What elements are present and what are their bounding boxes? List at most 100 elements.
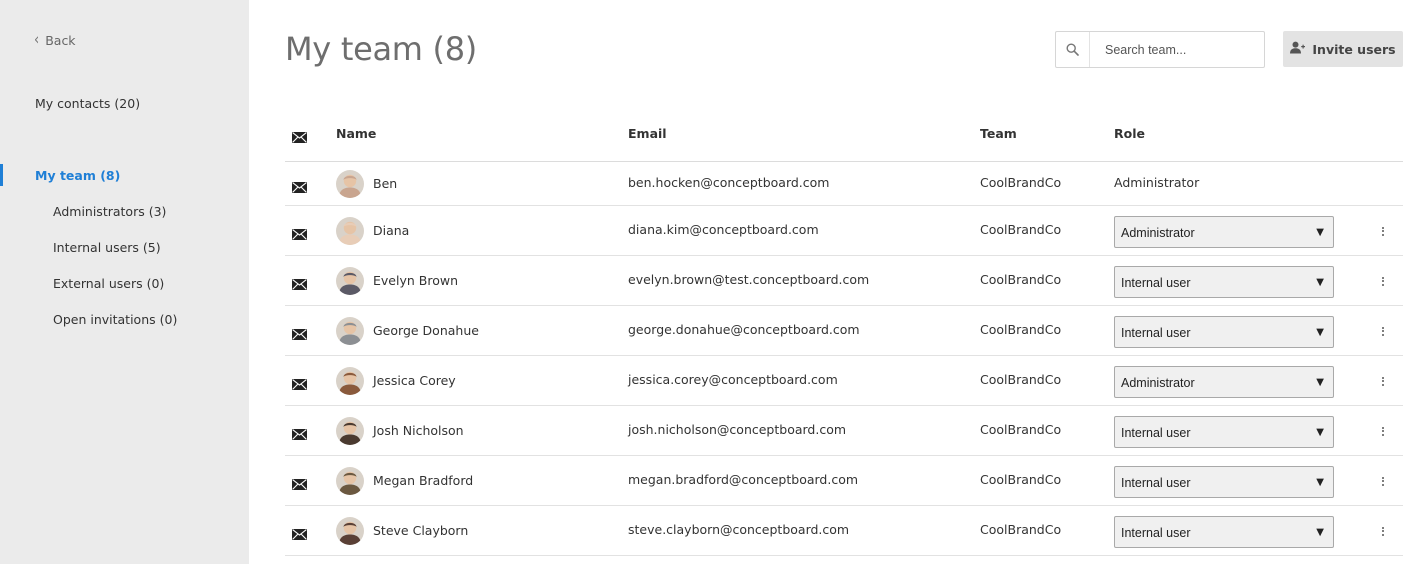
- member-name: Josh Nicholson: [373, 423, 464, 438]
- table-row: Jessica Corey jessica.corey@conceptboard.…: [285, 356, 1403, 406]
- member-team: CoolBrandCo: [980, 222, 1062, 237]
- sidebar-item-my-contacts[interactable]: My contacts (20): [35, 96, 140, 111]
- member-name: Diana: [373, 223, 410, 238]
- role-select-value: Internal user: [1121, 426, 1191, 440]
- member-email: george.donahue@conceptboard.com: [628, 322, 860, 337]
- invite-users-label: Invite users: [1312, 41, 1396, 57]
- envelope-icon[interactable]: [292, 475, 307, 490]
- role-select-value: Internal user: [1121, 476, 1191, 490]
- envelope-icon[interactable]: [292, 325, 307, 340]
- member-email: ben.hocken@conceptboard.com: [628, 175, 830, 190]
- member-team: CoolBrandCo: [980, 272, 1062, 287]
- member-team: CoolBrandCo: [980, 472, 1062, 487]
- envelope-icon[interactable]: [292, 425, 307, 440]
- search-icon[interactable]: [1056, 32, 1090, 67]
- role-select-value: Internal user: [1121, 276, 1191, 290]
- role-select-value: Internal user: [1121, 526, 1191, 540]
- avatar: [336, 170, 364, 198]
- role-select[interactable]: Administrator ▼: [1114, 216, 1334, 248]
- table-row: Ben ben.hocken@conceptboard.com CoolBrandC…: [285, 162, 1403, 206]
- member-email: diana.kim@conceptboard.com: [628, 222, 819, 237]
- role-select[interactable]: Administrator ▼: [1114, 366, 1334, 398]
- dropdown-arrow-icon: ▼: [1316, 226, 1324, 238]
- member-email: josh.nicholson@conceptboard.com: [628, 422, 847, 437]
- sidebar-item-my-team[interactable]: My team (8): [35, 168, 120, 183]
- member-team: CoolBrandCo: [980, 422, 1062, 437]
- member-email: megan.bradford@conceptboard.com: [628, 472, 859, 487]
- envelope-icon[interactable]: [292, 375, 307, 390]
- search-input[interactable]: [1090, 42, 1260, 57]
- envelope-icon[interactable]: [292, 128, 307, 143]
- member-email: steve.clayborn@conceptboard.com: [628, 522, 850, 537]
- member-email: evelyn.brown@test.conceptboard.com: [628, 272, 870, 287]
- member-team: CoolBrandCo: [980, 522, 1062, 537]
- member-name: Evelyn Brown: [373, 273, 458, 288]
- member-team: CoolBrandCo: [980, 372, 1062, 387]
- more-options-icon[interactable]: [1377, 474, 1389, 488]
- member-name: Jessica Corey: [373, 373, 456, 388]
- more-options-icon[interactable]: [1377, 224, 1389, 238]
- invite-users-button[interactable]: Invite users: [1283, 31, 1403, 67]
- role-select-value: Administrator: [1121, 226, 1195, 240]
- member-email: jessica.corey@conceptboard.com: [628, 372, 838, 387]
- member-team: CoolBrandCo: [980, 175, 1062, 190]
- member-name: Megan Bradford: [373, 473, 474, 488]
- more-options-icon[interactable]: [1377, 324, 1389, 338]
- sidebar: ‹ Back My contacts (20) My team (8) Admi…: [0, 0, 249, 564]
- avatar: [336, 517, 364, 545]
- table-row: Josh Nicholson josh.nicholson@conceptboar…: [285, 406, 1403, 456]
- member-role: Administrator: [1114, 175, 1200, 190]
- more-options-icon[interactable]: [1377, 424, 1389, 438]
- dropdown-arrow-icon: ▼: [1316, 526, 1324, 538]
- back-link[interactable]: ‹ Back: [34, 31, 76, 50]
- page-title: My team (8): [285, 30, 477, 68]
- dropdown-arrow-icon: ▼: [1316, 376, 1324, 388]
- role-select-value: Internal user: [1121, 326, 1191, 340]
- member-name: George Donahue: [373, 323, 479, 338]
- envelope-icon[interactable]: [292, 178, 307, 193]
- member-name: Ben: [373, 176, 398, 191]
- role-select[interactable]: Internal user ▼: [1114, 416, 1334, 448]
- column-header-team: Team: [980, 126, 1017, 141]
- avatar: [336, 217, 364, 245]
- envelope-icon[interactable]: [292, 225, 307, 240]
- envelope-icon[interactable]: [292, 525, 307, 540]
- role-select[interactable]: Internal user ▼: [1114, 516, 1334, 548]
- table-row: Evelyn Brown evelyn.brown@test.conceptboa…: [285, 256, 1403, 306]
- dropdown-arrow-icon: ▼: [1316, 326, 1324, 338]
- envelope-icon[interactable]: [292, 275, 307, 290]
- dropdown-arrow-icon: ▼: [1316, 426, 1324, 438]
- sidebar-item-administrators[interactable]: Administrators (3): [53, 204, 166, 219]
- member-name: Steve Clayborn: [373, 523, 469, 538]
- table-row: George Donahue george.donahue@conceptboar…: [285, 306, 1403, 356]
- table-row: Megan Bradford megan.bradford@conceptboar…: [285, 456, 1403, 506]
- search-box: [1055, 31, 1265, 68]
- more-options-icon[interactable]: [1377, 374, 1389, 388]
- avatar: [336, 267, 364, 295]
- avatar: [336, 367, 364, 395]
- sidebar-item-external-users[interactable]: External users (0): [53, 276, 164, 291]
- sidebar-item-open-invitations[interactable]: Open invitations (0): [53, 312, 177, 327]
- table-header: Name Email Team Role: [285, 112, 1403, 162]
- team-table: Name Email Team Role Ben ben.hocken@conce…: [285, 112, 1403, 556]
- dropdown-arrow-icon: ▼: [1316, 276, 1324, 288]
- avatar: [336, 317, 364, 345]
- member-team: CoolBrandCo: [980, 322, 1062, 337]
- table-body: Ben ben.hocken@conceptboard.com CoolBrandC…: [285, 162, 1403, 556]
- column-header-name: Name: [336, 126, 377, 141]
- chevron-left-icon: ‹: [34, 31, 40, 50]
- add-user-icon: [1290, 41, 1306, 57]
- role-select[interactable]: Internal user ▼: [1114, 266, 1334, 298]
- more-options-icon[interactable]: [1377, 274, 1389, 288]
- avatar: [336, 417, 364, 445]
- column-header-email: Email: [628, 126, 667, 141]
- more-options-icon[interactable]: [1377, 524, 1389, 538]
- active-indicator: [0, 164, 3, 186]
- back-label: Back: [45, 33, 76, 48]
- sidebar-item-internal-users[interactable]: Internal users (5): [53, 240, 161, 255]
- table-row: Steve Clayborn steve.clayborn@conceptboar…: [285, 506, 1403, 556]
- role-select[interactable]: Internal user ▼: [1114, 316, 1334, 348]
- column-header-role: Role: [1114, 126, 1145, 141]
- role-select[interactable]: Internal user ▼: [1114, 466, 1334, 498]
- avatar: [336, 467, 364, 495]
